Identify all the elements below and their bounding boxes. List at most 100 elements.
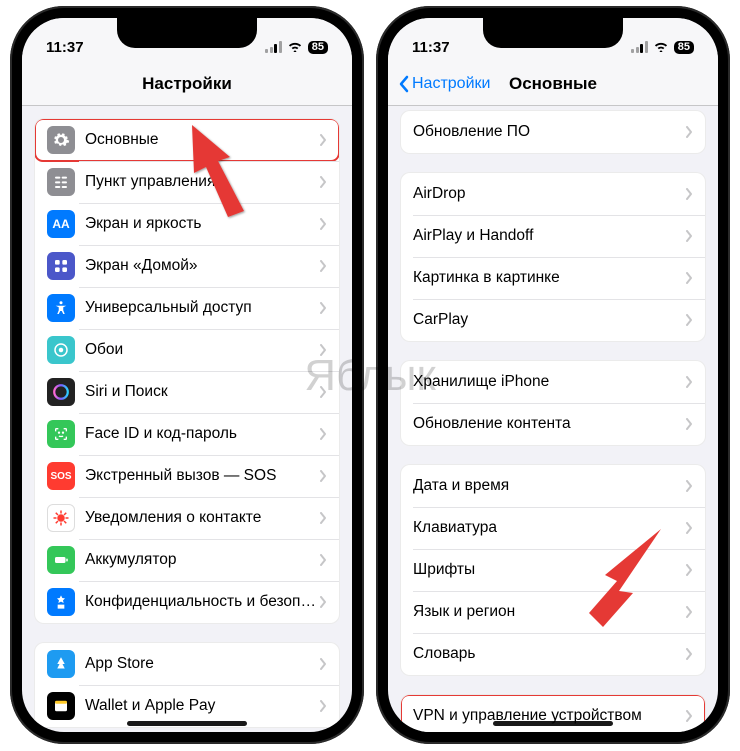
chevron-right-icon (319, 386, 327, 398)
chevron-right-icon (319, 700, 327, 712)
chevron-right-icon (685, 230, 693, 242)
chevron-right-icon (319, 596, 327, 608)
chevron-right-icon (319, 176, 327, 188)
back-button[interactable]: Настройки (398, 75, 490, 93)
chevron-right-icon (319, 260, 327, 272)
chevron-right-icon (685, 188, 693, 200)
wallet-icon (47, 692, 75, 720)
row-label: Клавиатура (413, 519, 685, 537)
settings-row[interactable]: Словарь (401, 633, 705, 675)
settings-list[interactable]: Основные Пункт управления AA Экран и яркост… (22, 106, 352, 732)
settings-row[interactable]: CarPlay (401, 299, 705, 341)
settings-row[interactable]: Дата и время (401, 465, 705, 507)
settings-row[interactable]: App Store (35, 643, 339, 685)
settings-row[interactable]: SOSЭкстренный вызов — SOS (35, 455, 339, 497)
right-screen: 11:37 85 Настройки Основные Обновление П… (388, 18, 718, 732)
nav-title: Основные (509, 74, 597, 94)
left-device: 11:37 85 Настройки ОсновныеПункт управле… (10, 6, 364, 744)
list-group: AirDrop AirPlay и Handoff Картинка в карти… (400, 172, 706, 342)
row-label: Экран и яркость (85, 215, 319, 233)
wifi-icon (287, 39, 303, 56)
settings-row[interactable]: Обновление контента (401, 403, 705, 445)
chevron-left-icon (398, 75, 410, 93)
row-label: Обновление ПО (413, 123, 685, 141)
settings-row[interactable]: Обои (35, 329, 339, 371)
chevron-right-icon (685, 272, 693, 284)
row-label: Хранилище iPhone (413, 373, 685, 391)
control-icon (47, 168, 75, 196)
chevron-right-icon (685, 606, 693, 618)
nav-title: Настройки (142, 74, 232, 94)
settings-row[interactable]: Face ID и код-пароль (35, 413, 339, 455)
row-label: AirPlay и Handoff (413, 227, 685, 245)
settings-row[interactable]: Уведомления о контакте (35, 497, 339, 539)
wifi-icon (653, 39, 669, 56)
general-list[interactable]: Обновление ПО AirDrop AirPlay и Handoff Кар… (388, 106, 718, 732)
row-label: Универсальный доступ (85, 299, 319, 317)
wall-icon (47, 336, 75, 364)
siri-icon (47, 378, 75, 406)
row-label: Основные (85, 131, 319, 149)
home-indicator (493, 721, 613, 726)
settings-row[interactable]: Аккумулятор (35, 539, 339, 581)
chevron-right-icon (319, 302, 327, 314)
row-label: Шрифты (413, 561, 685, 579)
list-group: App Store Wallet и Apple Pay (34, 642, 340, 728)
row-label: Face ID и код-пароль (85, 425, 319, 443)
chevron-right-icon (685, 126, 693, 138)
chevron-right-icon (685, 480, 693, 492)
battery-level: 85 (308, 41, 328, 54)
settings-row[interactable]: Универсальный доступ (35, 287, 339, 329)
right-device: 11:37 85 Настройки Основные Обновление П… (376, 6, 730, 744)
chevron-right-icon (319, 134, 327, 146)
row-label: Аккумулятор (85, 551, 319, 569)
status-time: 11:37 (412, 39, 450, 56)
settings-row[interactable]: Обновление ПО (401, 111, 705, 153)
left-screen: 11:37 85 Настройки ОсновныеПункт управле… (22, 18, 352, 732)
settings-row[interactable]: AA Экран и яркость (35, 203, 339, 245)
settings-row[interactable]: Конфиденциальность и безопасность (35, 581, 339, 623)
settings-row[interactable]: VPN и управление устройством (401, 695, 705, 732)
row-label: App Store (85, 655, 319, 673)
settings-row[interactable]: AirDrop (401, 173, 705, 215)
row-label: CarPlay (413, 311, 685, 329)
row-label: Словарь (413, 645, 685, 663)
chevron-right-icon (319, 428, 327, 440)
chevron-right-icon (685, 648, 693, 660)
list-group: Обновление ПО (400, 110, 706, 154)
settings-row[interactable]: Шрифты (401, 549, 705, 591)
settings-row[interactable]: Пункт управления (35, 161, 339, 203)
row-label: Конфиденциальность и безопасность (85, 593, 319, 611)
row-label: Язык и регион (413, 603, 685, 621)
row-label: Уведомления о контакте (85, 509, 319, 527)
aa-icon: AA (47, 210, 75, 238)
row-label: AirDrop (413, 185, 685, 203)
chevron-right-icon (319, 512, 327, 524)
notch (117, 18, 257, 48)
battery-level: 85 (674, 41, 694, 54)
face-icon (47, 420, 75, 448)
signal-icon (265, 41, 282, 53)
chevron-right-icon (319, 218, 327, 230)
settings-row[interactable]: Язык и регион (401, 591, 705, 633)
settings-row[interactable]: Хранилище iPhone (401, 361, 705, 403)
row-label: Siri и Поиск (85, 383, 319, 401)
settings-row[interactable]: Картинка в картинке (401, 257, 705, 299)
settings-row[interactable]: Клавиатура (401, 507, 705, 549)
settings-row[interactable]: Экран «Домой» (35, 245, 339, 287)
row-label: Экран «Домой» (85, 257, 319, 275)
row-label: Дата и время (413, 477, 685, 495)
back-label: Настройки (412, 75, 490, 93)
chevron-right-icon (685, 710, 693, 722)
row-label: Wallet и Apple Pay (85, 697, 319, 715)
list-group: Основные Пункт управления AA Экран и яркост… (34, 118, 340, 624)
row-label: Обновление контента (413, 415, 685, 433)
sos-icon: SOS (47, 462, 75, 490)
settings-row[interactable]: AirPlay и Handoff (401, 215, 705, 257)
settings-row[interactable]: Siri и Поиск (35, 371, 339, 413)
chevron-right-icon (319, 658, 327, 670)
nav-bar: Настройки Основные (388, 62, 718, 106)
settings-row[interactable]: Основные (35, 119, 339, 161)
list-group: Дата и время Клавиатура Шрифты Язык и регио… (400, 464, 706, 676)
row-label: Пункт управления (85, 173, 319, 191)
